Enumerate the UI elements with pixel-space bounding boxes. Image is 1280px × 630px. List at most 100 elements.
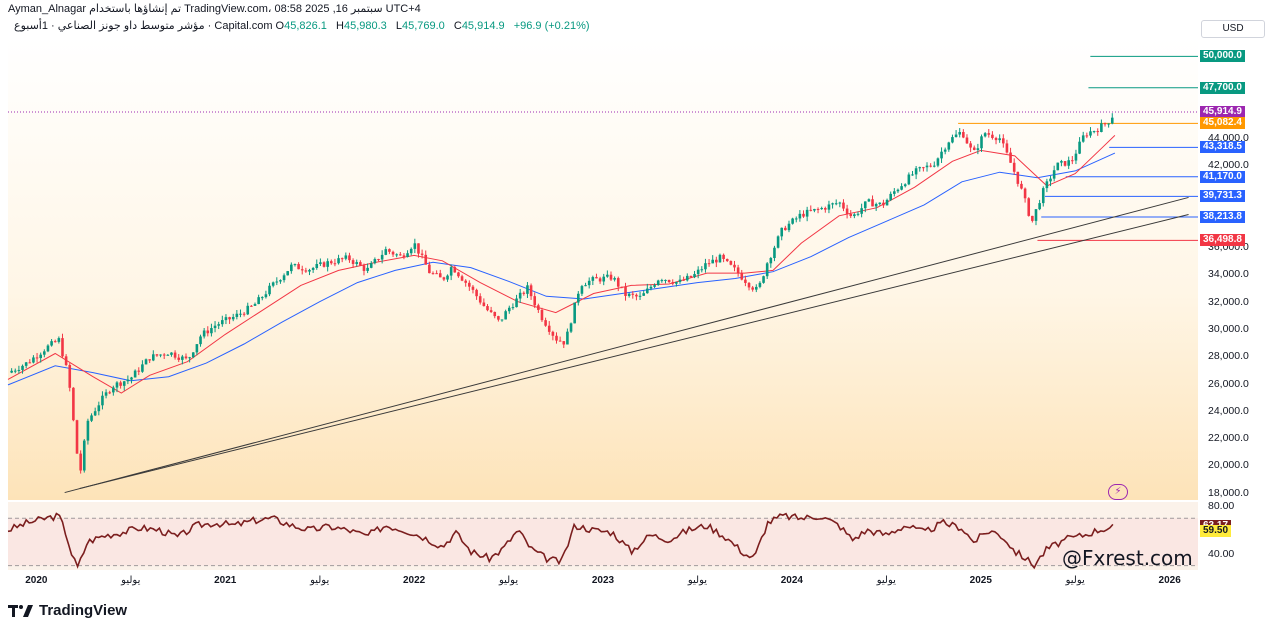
- candle: [435, 273, 438, 275]
- x-axis-tick: 2020: [25, 575, 48, 586]
- candle: [940, 151, 943, 159]
- candle: [493, 312, 497, 317]
- candle: [642, 293, 645, 296]
- candle: [369, 263, 373, 268]
- candle: [515, 298, 518, 308]
- candle: [449, 267, 453, 276]
- candle: [293, 264, 297, 266]
- candle: [1041, 188, 1045, 204]
- price-tag: 45,082.4: [1200, 117, 1245, 130]
- candle: [224, 317, 228, 321]
- candle: [489, 310, 493, 313]
- candle: [998, 138, 1001, 141]
- candle: [24, 362, 28, 366]
- candle: [682, 279, 685, 281]
- candle: [264, 294, 268, 298]
- candle: [958, 132, 962, 135]
- candle: [747, 282, 751, 288]
- candle: [148, 359, 151, 361]
- candle: [900, 186, 903, 190]
- candle: [151, 354, 155, 361]
- candle: [384, 249, 388, 255]
- price-tag: 36,498.8: [1200, 234, 1245, 247]
- candle: [191, 352, 195, 358]
- candle: [395, 254, 398, 256]
- candle: [1016, 171, 1020, 184]
- candle: [475, 289, 478, 297]
- candle: [141, 364, 144, 372]
- candle: [707, 263, 711, 265]
- x-axis-tick: 2026: [1158, 575, 1181, 586]
- candle: [373, 259, 377, 264]
- candle: [329, 261, 333, 264]
- candle: [907, 174, 911, 185]
- candle: [929, 165, 932, 167]
- candle: [693, 274, 696, 278]
- candle: [722, 254, 725, 259]
- x-axis-tick: 2022: [402, 575, 426, 586]
- candle: [104, 392, 108, 396]
- candle: [438, 273, 442, 278]
- candle: [863, 201, 867, 209]
- candle: [584, 285, 587, 287]
- candle: [1023, 188, 1027, 199]
- candle: [101, 395, 104, 406]
- candle: [431, 273, 435, 275]
- rsi-axis-label: 40.00: [1208, 547, 1235, 560]
- candle: [1067, 160, 1070, 166]
- candle: [1005, 143, 1009, 153]
- candle: [119, 382, 122, 386]
- candle: [413, 243, 417, 249]
- candle: [809, 209, 813, 211]
- x-axis-tick: 2025: [969, 575, 992, 586]
- candle: [1056, 162, 1060, 171]
- y-axis-label: 34,000.0: [1208, 268, 1249, 281]
- lightning-icon[interactable]: ⚡: [1108, 484, 1128, 500]
- candle: [32, 357, 35, 363]
- candle: [1081, 135, 1085, 142]
- y-axis-label: 24,000.0: [1208, 404, 1249, 417]
- candle: [39, 354, 42, 359]
- price-chart[interactable]: [0, 0, 1280, 630]
- y-axis-label: 30,000.0: [1208, 322, 1249, 335]
- candle: [762, 276, 765, 283]
- candle: [580, 286, 584, 294]
- y-axis-label: 20,000.0: [1208, 459, 1249, 472]
- candle: [798, 213, 802, 219]
- candle: [620, 286, 624, 288]
- candle: [1063, 161, 1067, 166]
- candle: [591, 277, 595, 281]
- candle: [824, 208, 827, 210]
- candle: [631, 293, 635, 295]
- candle: [35, 357, 39, 359]
- rsi-axis-label: 80.00: [1208, 500, 1235, 513]
- candle: [195, 344, 199, 353]
- candle: [206, 330, 210, 334]
- candle: [453, 267, 457, 273]
- candle: [773, 247, 776, 259]
- candle: [28, 362, 32, 364]
- candle: [1078, 141, 1081, 154]
- candle: [217, 324, 220, 326]
- candle: [61, 338, 64, 357]
- y-axis-label: 28,000.0: [1208, 350, 1249, 363]
- candle: [991, 134, 994, 138]
- candle: [184, 356, 188, 359]
- candle: [780, 227, 784, 237]
- tradingview-brand: TradingView: [8, 602, 127, 619]
- candle: [409, 248, 413, 254]
- candle: [635, 294, 638, 297]
- candle: [213, 325, 217, 329]
- candle: [399, 254, 402, 256]
- candle: [715, 259, 718, 263]
- candle: [696, 269, 700, 275]
- candle: [624, 286, 627, 296]
- candle: [566, 331, 569, 345]
- candle: [871, 199, 874, 207]
- x-axis-tick: يوليو: [876, 575, 896, 586]
- candle: [279, 280, 282, 282]
- price-tag: 47,700.0: [1200, 81, 1245, 94]
- x-axis-tick: 2023: [591, 575, 615, 586]
- candle: [638, 295, 642, 297]
- candle: [355, 262, 359, 264]
